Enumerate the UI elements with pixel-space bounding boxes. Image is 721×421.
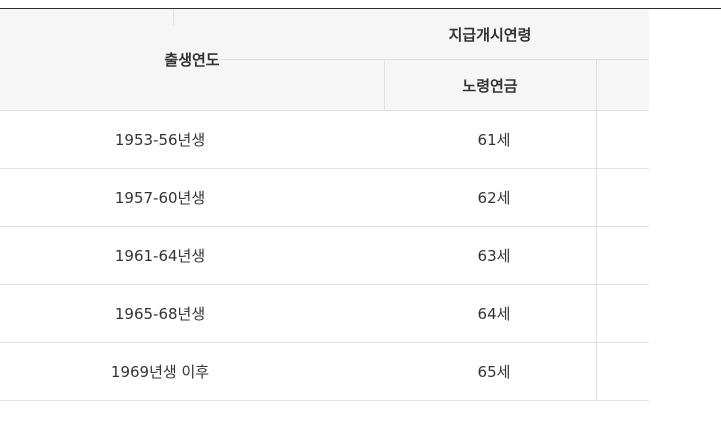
table-cell-birth: 1965-68년생 [114, 305, 206, 323]
table-cell-age: 65세 [477, 363, 511, 381]
table-cell-age: 62세 [477, 189, 511, 207]
header-col-divider-right [596, 59, 597, 111]
header-old-age-pension: 노령연금 [462, 76, 518, 95]
header-birth-year: 출생연도 [164, 51, 220, 69]
table-cell-birth: 1953-56년생 [114, 131, 206, 149]
right-blank-panel [649, 25, 721, 421]
table-cell-age: 63세 [477, 247, 511, 265]
table-cell-birth: 1969년생 이후 [110, 363, 210, 381]
header-start-age: 지급개시연령 [448, 25, 532, 44]
table-cell-birth: 1957-60년생 [114, 189, 206, 207]
pension-age-table: 출생연도 지급개시연령 노령연금 1953-56년생 61세 1957-60년생… [0, 0, 721, 421]
table-bottom-border [0, 400, 649, 401]
table-cell-birth: 1961-64년생 [114, 247, 206, 265]
table-cell-age: 61세 [477, 131, 511, 149]
table-cell-age: 64세 [477, 305, 511, 323]
